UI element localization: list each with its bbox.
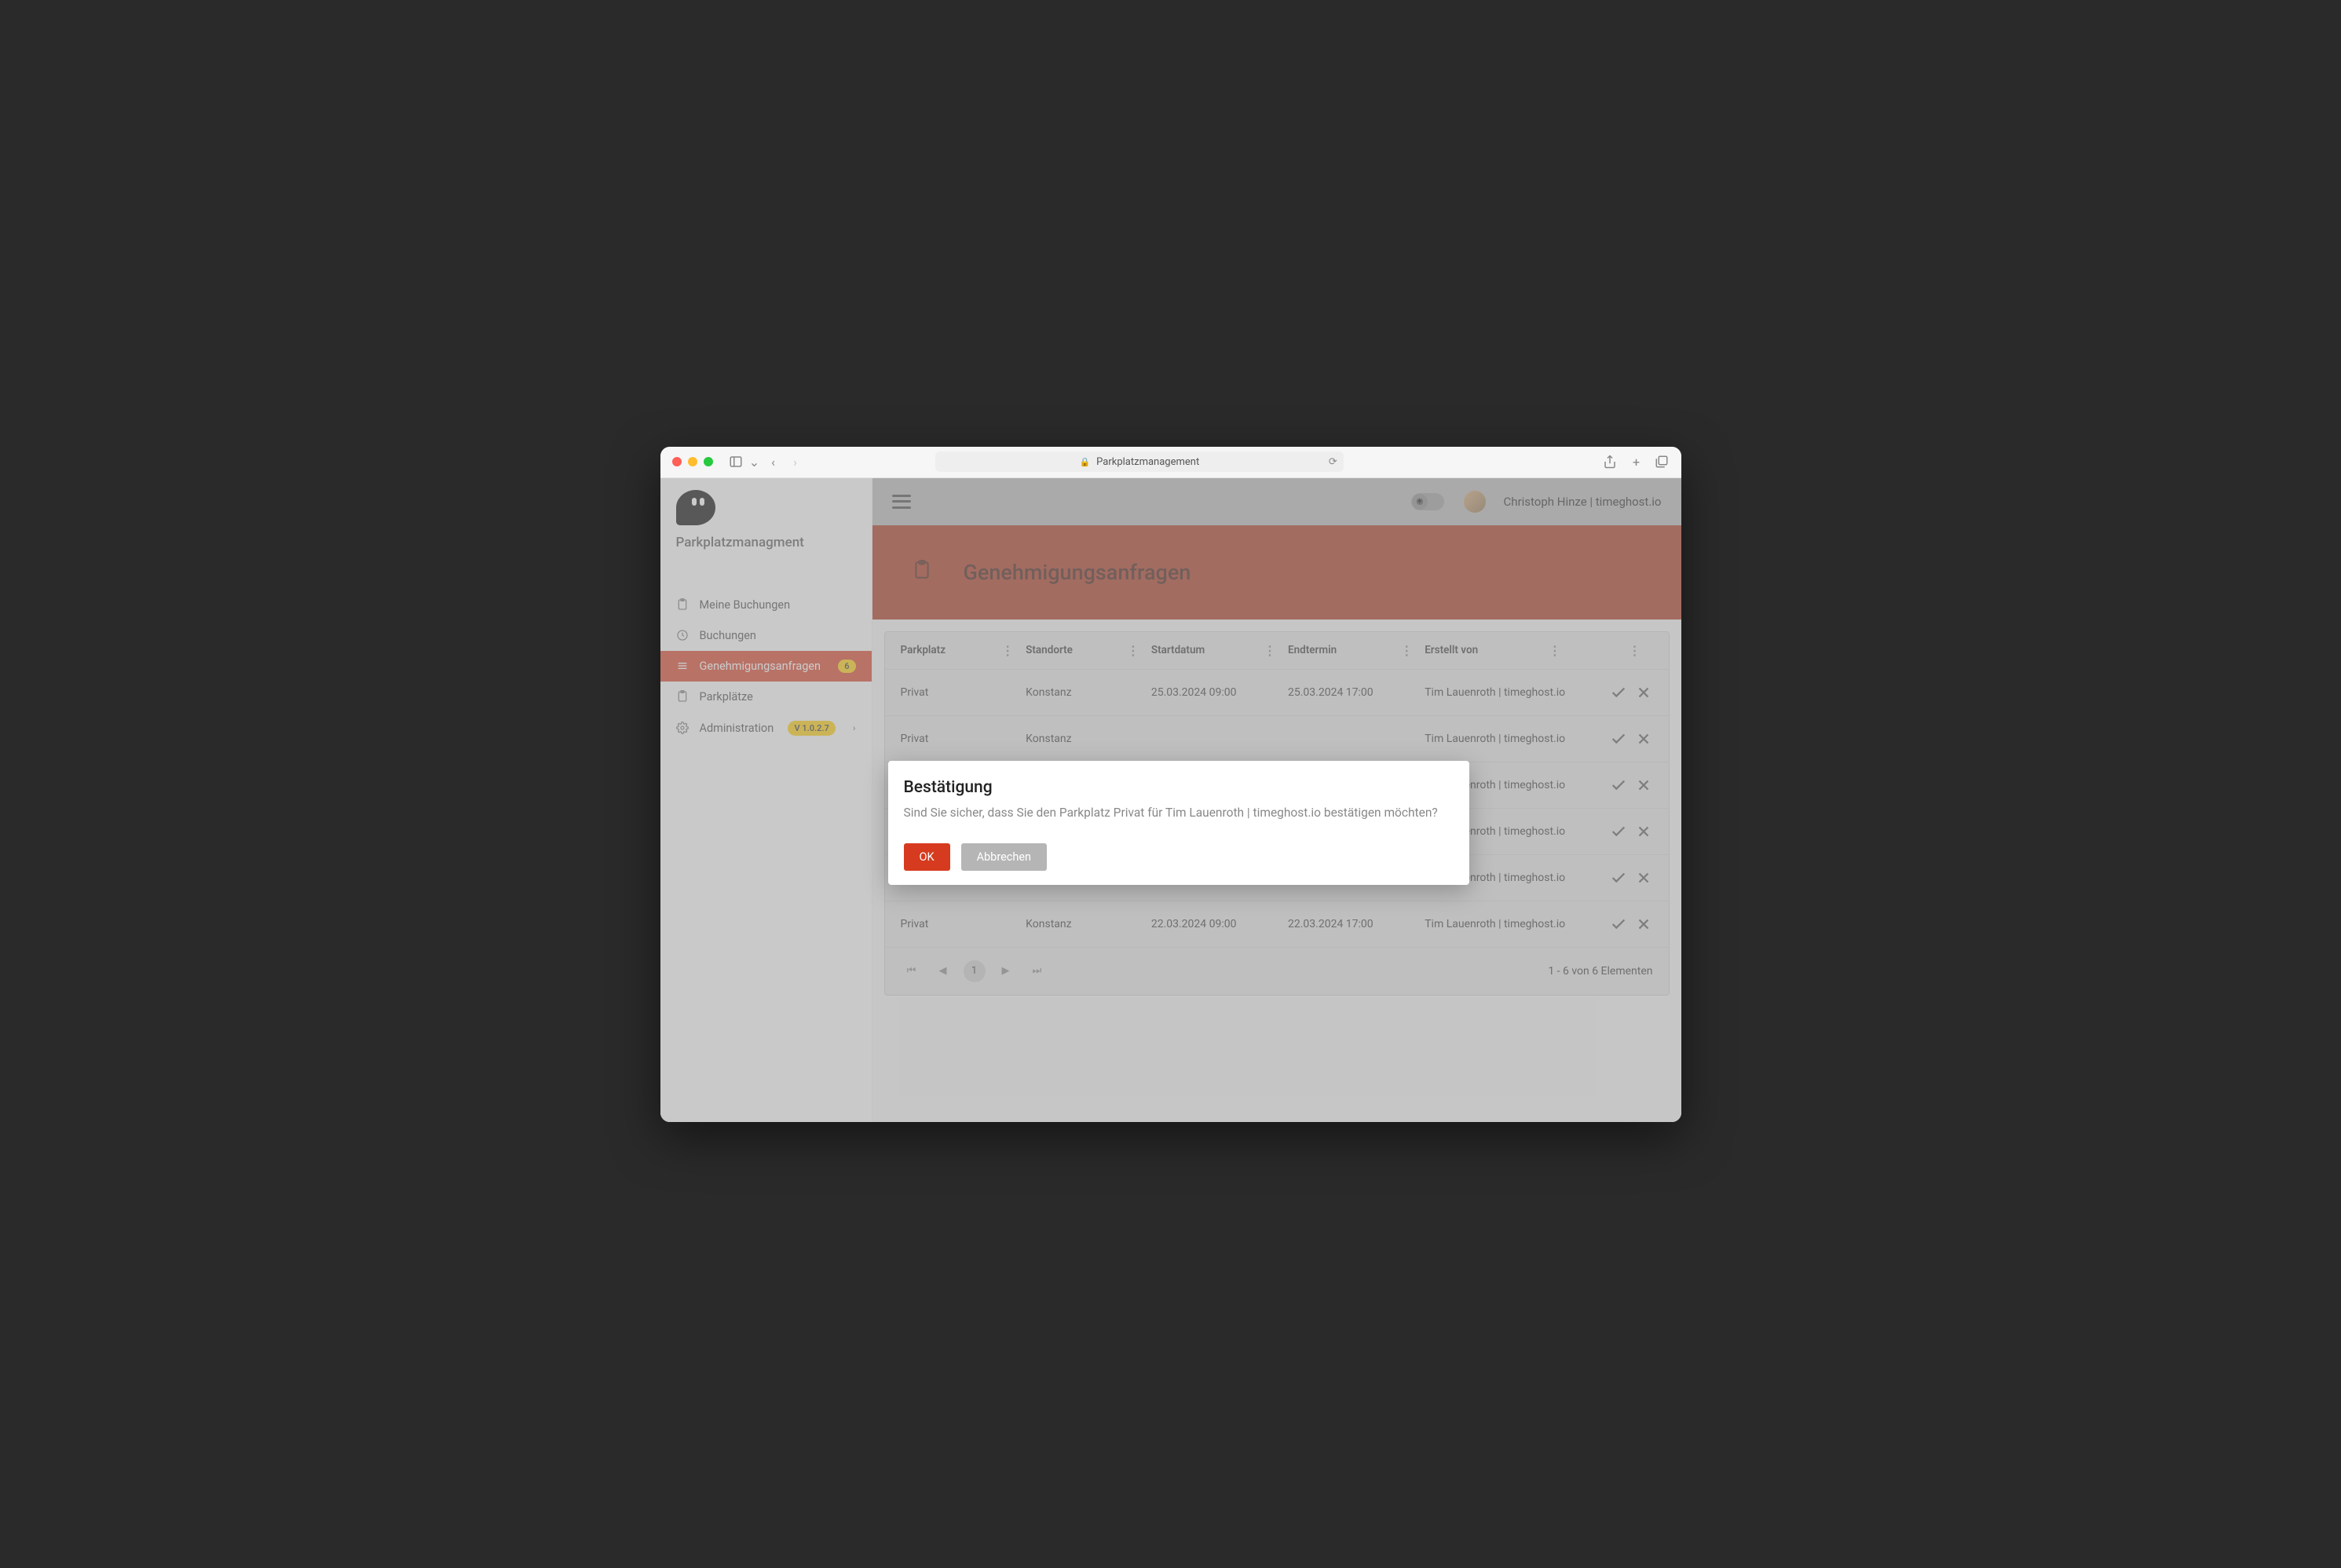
maximize-window-button[interactable] — [704, 457, 713, 466]
minimize-window-button[interactable] — [688, 457, 697, 466]
share-icon[interactable] — [1603, 455, 1617, 469]
url-text: Parkplatzmanagement — [1096, 456, 1199, 468]
cancel-button[interactable]: Abbrechen — [961, 843, 1047, 871]
confirm-dialog: Bestätigung Sind Sie sicher, dass Sie de… — [888, 761, 1469, 886]
titlebar: ⌄ ‹ › 🔒 Parkplatzmanagement ⟳ + — [660, 447, 1681, 478]
lock-icon: 🔒 — [1079, 457, 1090, 467]
reload-icon[interactable]: ⟳ — [1329, 456, 1337, 468]
dialog-message: Sind Sie sicher, dass Sie den Parkplatz … — [904, 805, 1454, 822]
browser-window: ⌄ ‹ › 🔒 Parkplatzmanagement ⟳ + Parkplat… — [660, 447, 1681, 1122]
modal-overlay[interactable]: Bestätigung Sind Sie sicher, dass Sie de… — [660, 478, 1681, 1122]
dropdown-icon[interactable]: ⌄ — [751, 455, 759, 469]
sidebar-toggle-icon[interactable] — [729, 455, 743, 469]
new-tab-icon[interactable]: + — [1629, 455, 1643, 469]
tabs-icon[interactable] — [1655, 455, 1669, 469]
dialog-title: Bestätigung — [904, 778, 1454, 797]
close-window-button[interactable] — [672, 457, 682, 466]
ok-button[interactable]: OK — [904, 843, 950, 871]
forward-icon[interactable]: › — [788, 455, 803, 469]
url-bar[interactable]: 🔒 Parkplatzmanagement ⟳ — [935, 451, 1344, 472]
back-icon[interactable]: ‹ — [766, 455, 781, 469]
window-controls — [672, 457, 713, 466]
